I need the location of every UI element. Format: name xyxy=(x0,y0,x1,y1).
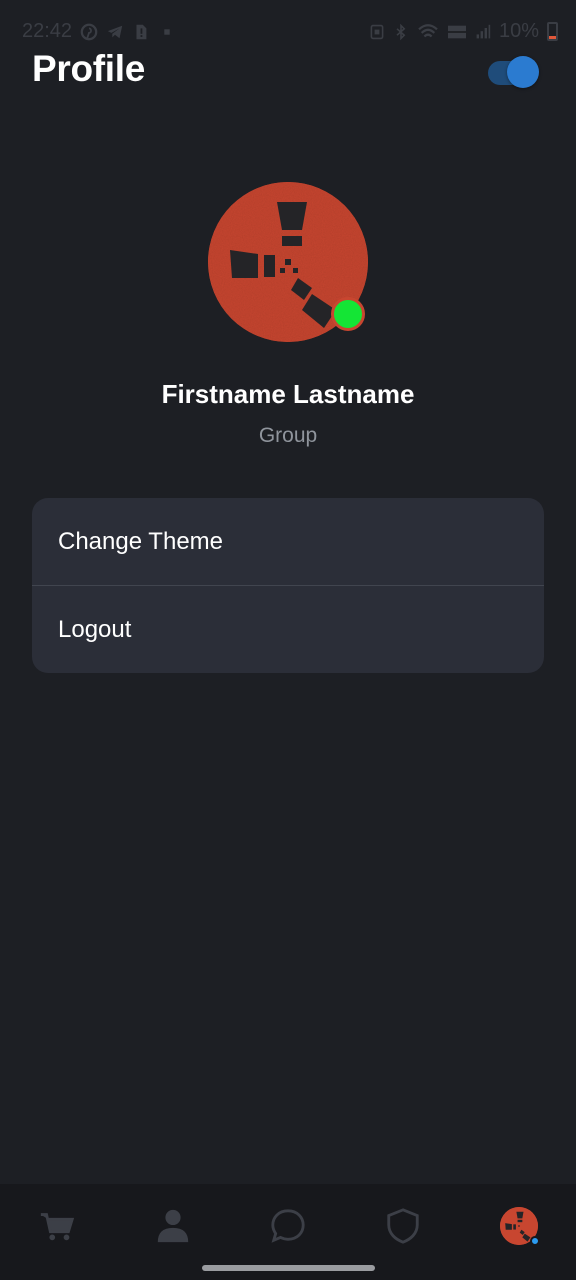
pinterest-icon xyxy=(80,23,98,40)
status-bar-right: 10% xyxy=(369,20,558,43)
status-bar-left: 22:42 xyxy=(22,20,176,43)
nav-user[interactable] xyxy=(143,1196,203,1256)
nav-profile[interactable] xyxy=(489,1196,549,1256)
nav-shop[interactable] xyxy=(27,1196,87,1256)
active-indicator-dot xyxy=(530,1236,540,1246)
toggle-thumb xyxy=(507,56,539,88)
change-theme-item[interactable]: Change Theme xyxy=(32,498,544,585)
telegram-icon xyxy=(107,25,123,38)
home-indicator[interactable] xyxy=(202,1265,375,1271)
nav-chat[interactable] xyxy=(258,1196,318,1256)
user-icon xyxy=(157,1209,189,1243)
status-time: 22:42 xyxy=(22,20,73,42)
nfc-icon xyxy=(370,24,384,39)
online-status-dot xyxy=(331,297,365,331)
wifi-icon xyxy=(418,23,438,37)
nav-security[interactable] xyxy=(373,1196,433,1256)
dot-icon xyxy=(164,28,170,35)
shield-icon xyxy=(387,1208,419,1244)
logout-item[interactable]: Logout xyxy=(32,586,544,673)
page-title: Profile xyxy=(32,48,146,89)
volte-wifi-icon xyxy=(447,25,466,38)
theme-toggle[interactable] xyxy=(488,56,540,88)
battery-icon xyxy=(547,22,558,41)
profile-screen: 22:42 10% Profile Firstname Lastname Gro… xyxy=(0,0,576,1280)
bluetooth-icon xyxy=(396,23,406,40)
battery-percent: 10% xyxy=(498,20,539,42)
profile-avatar-icon xyxy=(500,1207,540,1246)
sim-alert-icon xyxy=(136,24,147,39)
user-name: Firstname Lastname xyxy=(161,379,415,409)
chat-bubble-icon xyxy=(271,1209,305,1243)
settings-menu: Change Theme Logout xyxy=(32,498,544,673)
cart-icon xyxy=(40,1213,75,1241)
signal-icon xyxy=(476,24,491,38)
user-group: Group xyxy=(258,424,318,447)
